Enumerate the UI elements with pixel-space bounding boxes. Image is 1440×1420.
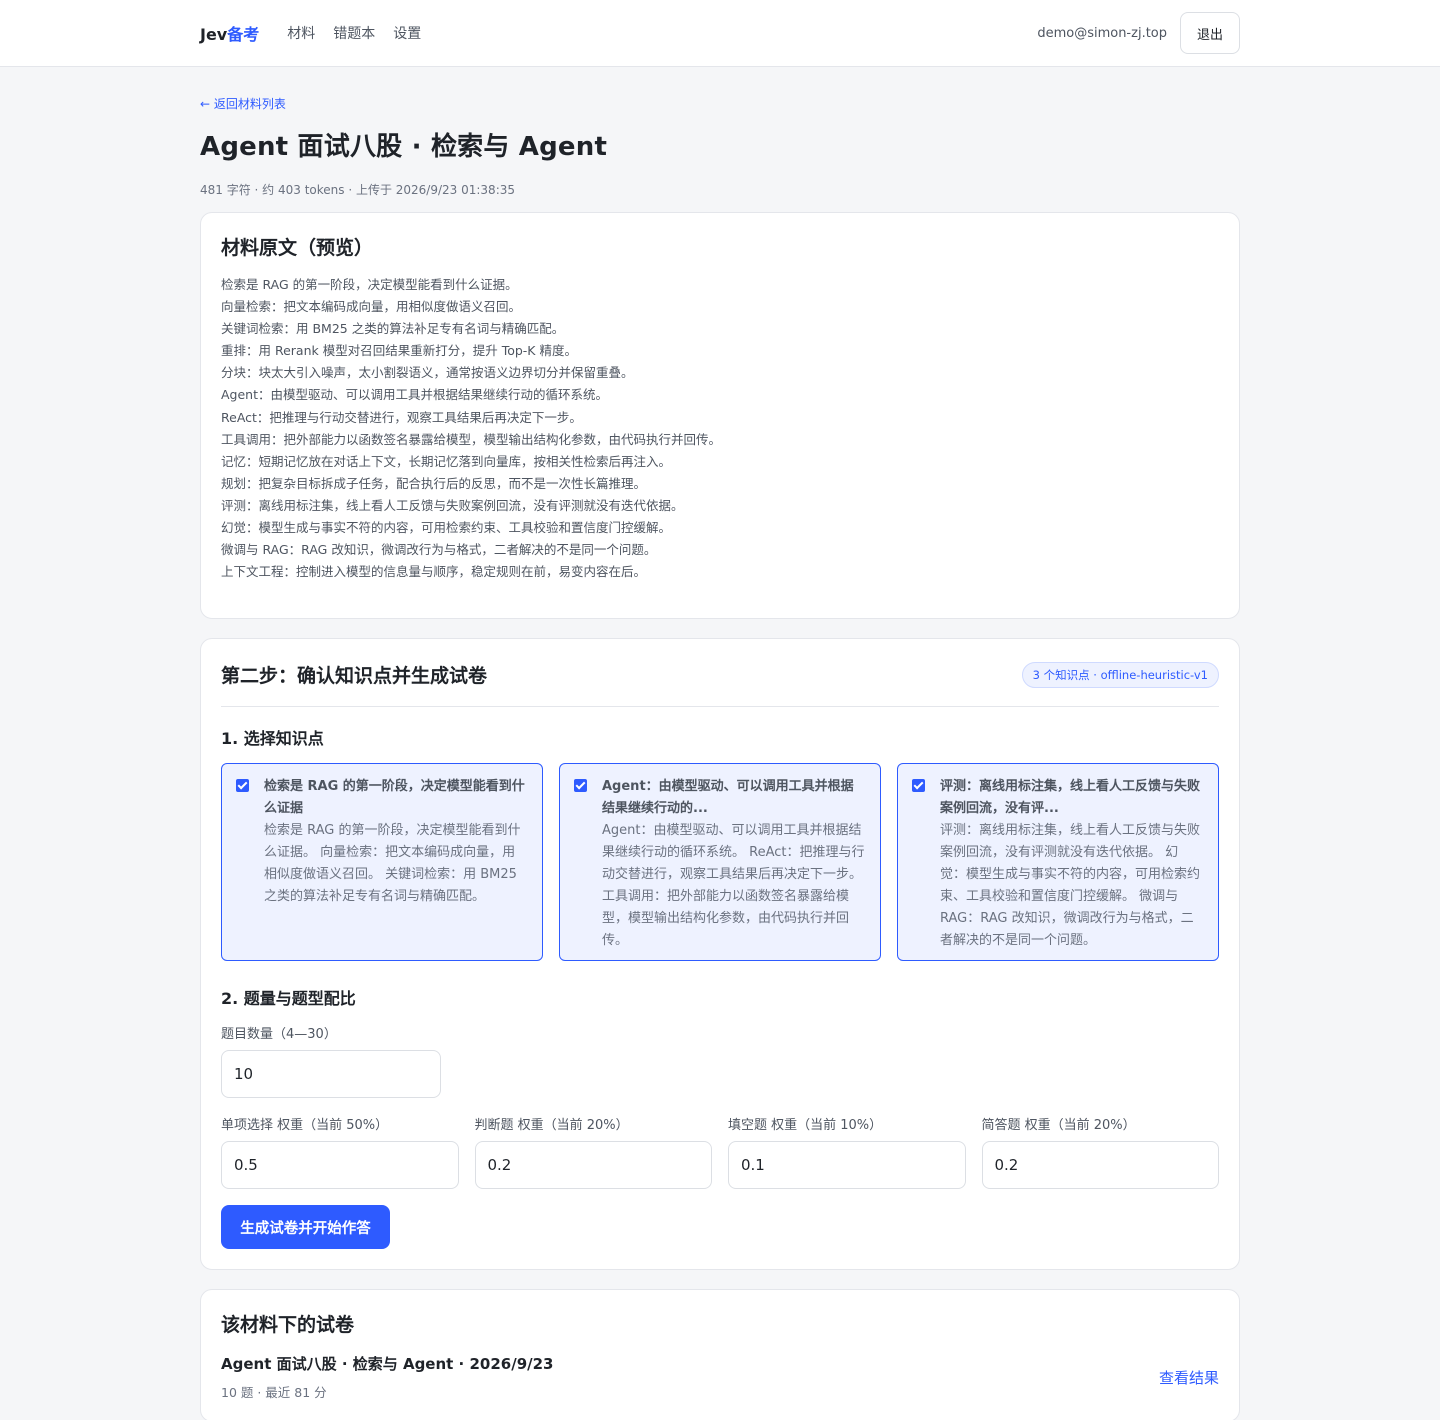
top-navbar: Jev备考 材料 错题本 设置 demo@simon-zj.top 退出 <box>0 0 1440 67</box>
papers-title: 该材料下的试卷 <box>221 1314 355 1337</box>
weight-input[interactable]: 0.2 <box>474 1141 712 1190</box>
material-preview-card: 材料原文（预览） 检索是 RAG 的第一阶段，决定模型能看到什么证据。 向量检索… <box>200 212 1240 620</box>
knowledge-point-text: Agent：由模型驱动、可以调用工具并根据结果继续行动的... Agent：由模… <box>602 776 866 948</box>
knowledge-point-title: 检索是 RAG 的第一阶段，决定模型能看到什么证据 <box>264 779 525 817</box>
weights-row: 单项选择 权重（当前 50%） 0.5 判断题 权重（当前 20%） 0.2 填… <box>221 1114 1219 1190</box>
preview-line: 规划：把复杂目标拆成子任务，配合执行后的反思，而不是一次性长篇推理。 <box>221 475 647 491</box>
knowledge-point-desc: 检索是 RAG 的第一阶段，决定模型能看到什么证据。 向量检索：把文本编码成向量… <box>264 823 521 905</box>
paper-info: Agent 面试八股 · 检索与 Agent · 2026/9/23 10 题 … <box>221 1353 553 1401</box>
knowledge-point-list: 检索是 RAG 的第一阶段，决定模型能看到什么证据 检索是 RAG 的第一阶段，… <box>221 763 1219 962</box>
preview-line: 向量检索：把文本编码成向量，用相似度做语义召回。 <box>221 299 522 315</box>
main-content: ← 返回材料列表 Agent 面试八股 · 检索与 Agent 481 字符 ·… <box>0 67 1440 1420</box>
navbar-left: Jev备考 材料 错题本 设置 <box>200 21 439 45</box>
papers-card: 该材料下的试卷 Agent 面试八股 · 检索与 Agent · 2026/9/… <box>200 1289 1240 1420</box>
generate-paper-button[interactable]: 生成试卷并开始作答 <box>221 1205 390 1250</box>
preview-text: 检索是 RAG 的第一阶段，决定模型能看到什么证据。 向量检索：把文本编码成向量… <box>221 274 1219 598</box>
knowledge-point-card[interactable]: 检索是 RAG 的第一阶段，决定模型能看到什么证据 检索是 RAG 的第一阶段，… <box>221 763 543 962</box>
weight-label: 单项选择 权重（当前 50%） <box>221 1118 389 1134</box>
knowledge-point-desc: Agent：由模型驱动、可以调用工具并根据结果继续行动的循环系统。 ReAct：… <box>602 823 865 949</box>
nav-materials[interactable]: 材料 <box>287 23 315 43</box>
knowledge-point-title: 评测：离线用标注集，线上看人工反馈与失败案例回流，没有评... <box>940 779 1201 817</box>
checkbox-checked[interactable] <box>574 779 587 793</box>
preview-line: 关键词检索：用 BM25 之类的算法补足专有名词与精确匹配。 <box>221 321 565 337</box>
paper-meta: 10 题 · 最近 81 分 <box>221 1385 327 1401</box>
step2-header: 第二步：确认知识点并生成试卷 3 个知识点 · offline-heuristi… <box>221 661 1219 708</box>
preview-line: 评测：离线用标注集，线上看人工反馈与失败案例回流，没有评测就没有迭代依据。 <box>221 497 684 513</box>
preview-title: 材料原文（预览） <box>221 237 374 259</box>
weight-short-answer: 简答题 权重（当前 20%） 0.2 <box>981 1114 1219 1190</box>
material-meta: 481 字符 · 约 403 tokens · 上传于 2026/9/23 01… <box>200 183 516 197</box>
knowledge-point-desc: 评测：离线用标注集，线上看人工反馈与失败案例回流，没有评测就没有迭代依据。 幻觉… <box>940 823 1201 949</box>
select-knowledge-heading: 1. 选择知识点 <box>221 729 324 749</box>
knowledge-point-card[interactable]: Agent：由模型驱动、可以调用工具并根据结果继续行动的... Agent：由模… <box>559 763 881 962</box>
weight-input[interactable]: 0.1 <box>728 1141 966 1190</box>
question-count-label: 题目数量（4—30） <box>221 1027 337 1043</box>
navbar-right: demo@simon-zj.top 退出 <box>1037 12 1240 54</box>
brand-logo[interactable]: Jev备考 <box>200 21 259 45</box>
knowledge-point-text: 检索是 RAG 的第一阶段，决定模型能看到什么证据 检索是 RAG 的第一阶段，… <box>264 776 528 948</box>
preview-line: 检索是 RAG 的第一阶段，决定模型能看到什么证据。 <box>221 277 518 292</box>
question-count-input[interactable]: 10 <box>221 1050 441 1099</box>
weight-input[interactable]: 0.5 <box>221 1141 459 1190</box>
knowledge-point-title: Agent：由模型驱动、可以调用工具并根据结果继续行动的... <box>602 779 854 817</box>
paper-title: Agent 面试八股 · 检索与 Agent · 2026/9/23 <box>221 1355 554 1374</box>
preview-line: 幻觉：模型生成与事实不符的内容，可用检索约束、工具校验和置信度门控缓解。 <box>221 520 672 536</box>
weight-input[interactable]: 0.2 <box>981 1141 1219 1190</box>
preview-line: ReAct：把推理与行动交替进行，观察工具结果后再决定下一步。 <box>221 409 582 425</box>
back-to-materials-link[interactable]: ← 返回材料列表 <box>200 95 286 112</box>
weight-label: 填空题 权重（当前 10%） <box>728 1118 883 1134</box>
quantity-heading: 2. 题量与题型配比 <box>221 989 356 1009</box>
step2-card: 第二步：确认知识点并生成试卷 3 个知识点 · offline-heuristi… <box>200 638 1240 1271</box>
weight-true-false: 判断题 权重（当前 20%） 0.2 <box>474 1114 712 1190</box>
weight-single-choice: 单项选择 权重（当前 50%） 0.5 <box>221 1114 459 1190</box>
brand-part1: Jev <box>200 25 228 44</box>
preview-line: 记忆：短期记忆放在对话上下文，长期记忆落到向量库，按相关性检索后再注入。 <box>221 453 672 469</box>
preview-line: 重排：用 Rerank 模型对召回结果重新打分，提升 Top-K 精度。 <box>221 343 577 359</box>
preview-line: 分块：块太大引入噪声，太小割裂语义，通常按语义边界切分并保留重叠。 <box>221 365 634 381</box>
weight-label: 简答题 权重（当前 20%） <box>981 1118 1136 1134</box>
preview-line: 微调与 RAG：RAG 改知识，微调改行为与格式，二者解决的不是同一个问题。 <box>221 542 657 558</box>
checkbox-checked[interactable] <box>912 779 925 793</box>
step2-title: 第二步：确认知识点并生成试卷 <box>221 665 488 688</box>
preview-line: 上下文工程：控制进入模型的信息量与顺序，稳定规则在前，易变内容在后。 <box>221 564 647 580</box>
knowledge-count-badge: 3 个知识点 · offline-heuristic-v1 <box>1021 661 1219 688</box>
nav-mistakes[interactable]: 错题本 <box>333 23 375 43</box>
paper-list-item: Agent 面试八股 · 检索与 Agent · 2026/9/23 10 题 … <box>221 1353 1219 1401</box>
weight-label: 判断题 权重（当前 20%） <box>474 1118 629 1134</box>
knowledge-point-card[interactable]: 评测：离线用标注集，线上看人工反馈与失败案例回流，没有评... 评测：离线用标注… <box>897 763 1219 962</box>
preview-line: 工具调用：把外部能力以函数签名暴露给模型，模型输出结构化参数，由代码执行并回传。 <box>221 431 722 447</box>
nav-settings[interactable]: 设置 <box>393 23 421 43</box>
brand-part2: 备考 <box>227 25 260 44</box>
checkbox-checked[interactable] <box>236 779 249 793</box>
user-email: demo@simon-zj.top <box>1037 25 1167 41</box>
preview-line: Agent：由模型驱动、可以调用工具并根据结果继续行动的循环系统。 <box>221 387 609 403</box>
weight-fill-blank: 填空题 权重（当前 10%） 0.1 <box>728 1114 966 1190</box>
page-title: Agent 面试八股 · 检索与 Agent <box>200 132 608 162</box>
view-result-link[interactable]: 查看结果 <box>1159 1367 1219 1388</box>
logout-button[interactable]: 退出 <box>1180 12 1240 54</box>
knowledge-point-text: 评测：离线用标注集，线上看人工反馈与失败案例回流，没有评... 评测：离线用标注… <box>940 776 1204 948</box>
